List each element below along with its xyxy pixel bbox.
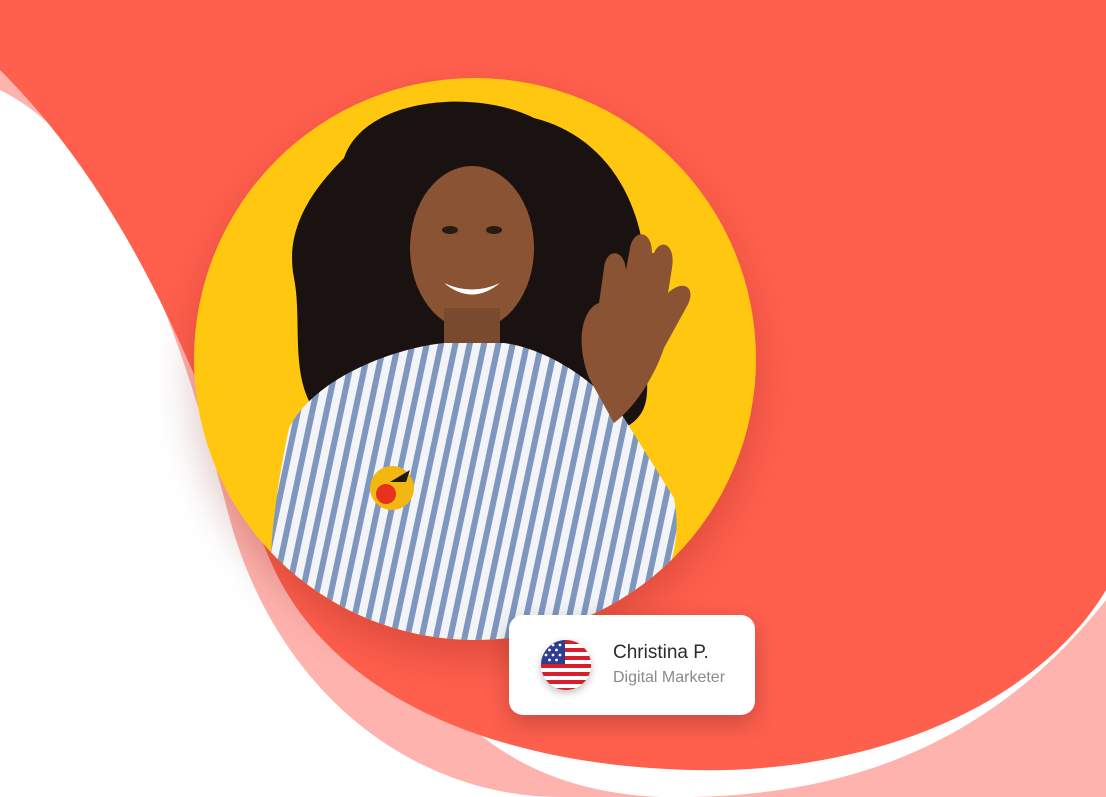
right-eye-shape xyxy=(486,226,502,234)
face-shape xyxy=(410,166,534,330)
us-flag-icon xyxy=(541,640,591,690)
left-eye-shape xyxy=(442,226,458,234)
profile-name: Christina P. xyxy=(613,642,709,663)
profile-role: Digital Marketer xyxy=(613,669,726,686)
profile-card[interactable]: Christina P. Digital Marketer xyxy=(509,615,755,715)
portrait-photo xyxy=(194,78,756,640)
profile-text: Christina P. Digital Marketer xyxy=(613,641,725,689)
